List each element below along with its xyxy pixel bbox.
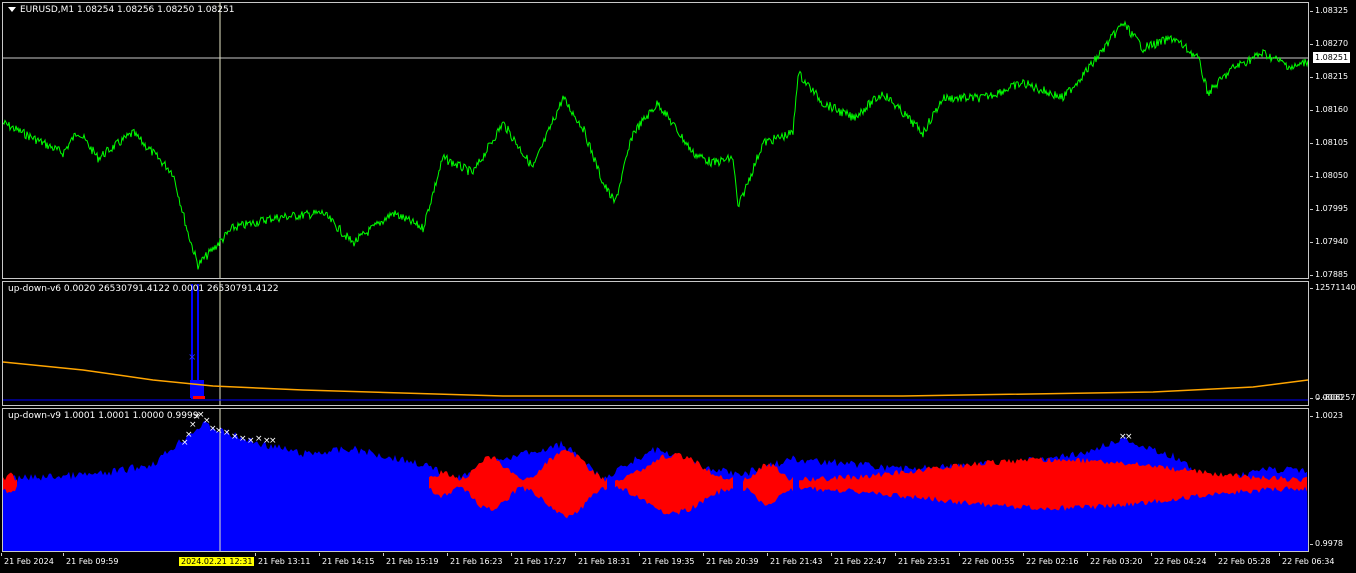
indicator-v9-axis: 1.0023 0.9978 bbox=[1310, 408, 1356, 552]
indicator-v9-x-marker: × bbox=[223, 428, 231, 438]
time-axis-label: 21 Feb 21:43 bbox=[766, 553, 823, 566]
time-axis-label: 21 Feb 09:59 bbox=[62, 553, 119, 566]
indicator-v9-axis-top: 1.0023 bbox=[1310, 411, 1343, 420]
current-price-tag: 1.08251 bbox=[1313, 52, 1351, 63]
price-chart-pane[interactable]: EURUSD,M1 1.08254 1.08256 1.08250 1.0825… bbox=[2, 2, 1309, 279]
indicator-v6-axis: 12571140 0.0000 -806257. bbox=[1310, 281, 1356, 406]
indicator-v6-axis-bottom-2: -806257. bbox=[1317, 393, 1356, 402]
indicator-v9-x-marker: × bbox=[269, 436, 277, 446]
time-axis-label: 22 Feb 06:34 bbox=[1278, 553, 1335, 566]
time-axis-label: 21 Feb 14:15 bbox=[318, 553, 375, 566]
crosshair-time-label: 2024.02.21 12:31 bbox=[179, 557, 255, 566]
indicator-v6-label: up-down-v6 0.0020 26530791.4122 0.0001 2… bbox=[8, 284, 279, 294]
time-axis-label: 21 Feb 16:23 bbox=[446, 553, 503, 566]
price-axis-label: 1.08160 bbox=[1309, 105, 1349, 114]
indicator-v6-axis-top: 12571140 bbox=[1310, 283, 1356, 292]
indicator-v9-x-marker: × bbox=[255, 434, 263, 444]
time-axis-label: 21 Feb 18:31 bbox=[574, 553, 631, 566]
time-axis-label: 21 Feb 20:39 bbox=[702, 553, 759, 566]
price-axis-label: 1.07940 bbox=[1309, 237, 1349, 246]
time-axis-label: 22 Feb 03:20 bbox=[1086, 553, 1143, 566]
indicator-v9-x-marker: × bbox=[239, 434, 247, 444]
indicator-v9-axis-bottom: 0.9978 bbox=[1310, 539, 1343, 548]
time-axis: 2024.02.21 12:31 21 Feb 2024 21 Feb 09:59… bbox=[0, 553, 1356, 573]
symbol-label-text: EURUSD,M1 1.08254 1.08256 1.08250 1.0825… bbox=[20, 5, 235, 15]
indicator-v9-x-marker: × bbox=[215, 426, 223, 436]
time-axis-label: 22 Feb 00:55 bbox=[958, 553, 1015, 566]
price-axis-label: 1.08105 bbox=[1309, 138, 1349, 147]
indicator-v9-label: up-down-v9 1.0001 1.0001 1.0000 0.9999 bbox=[8, 411, 199, 421]
indicator-v9-pane[interactable]: × × × × × × × × × × × × × × × × × up-down-v9 1.0001 1.00… bbox=[2, 408, 1309, 552]
price-axis-label: 1.07995 bbox=[1309, 204, 1349, 213]
price-axis-label: 1.08215 bbox=[1309, 72, 1349, 81]
time-axis-label: 21 Feb 17:27 bbox=[510, 553, 567, 566]
indicator-v9-x-marker: × bbox=[185, 430, 193, 440]
symbol-label: EURUSD,M1 1.08254 1.08256 1.08250 1.0825… bbox=[8, 5, 234, 15]
indicator-v9-x-marker: × bbox=[247, 436, 255, 446]
price-line bbox=[3, 20, 1308, 270]
time-axis-label: 22 Feb 04:24 bbox=[1150, 553, 1207, 566]
indicator-v9-x-marker: × bbox=[1125, 432, 1133, 442]
indicator-v6-red-marker bbox=[193, 396, 205, 399]
time-axis-label: 21 Feb 19:35 bbox=[638, 553, 695, 566]
time-axis-label: 21 Feb 15:19 bbox=[382, 553, 439, 566]
indicator-v9-canvas[interactable]: ×××××××× × × × × × ×× ×× bbox=[3, 409, 1308, 551]
time-axis-label: 21 Feb 22:47 bbox=[830, 553, 887, 566]
indicator-v9-x-marker: × bbox=[231, 432, 239, 442]
indicator-v6-canvas[interactable]: × bbox=[3, 282, 1308, 405]
chevron-down-icon[interactable] bbox=[8, 7, 16, 12]
time-axis-label: 22 Feb 05:28 bbox=[1214, 553, 1271, 566]
price-chart-canvas[interactable] bbox=[3, 3, 1308, 278]
price-axis: 1.08325 1.08270 1.08215 1.08160 1.08105 1.080… bbox=[1309, 2, 1356, 279]
indicator-v6-block bbox=[190, 380, 204, 398]
price-axis-label: 1.07885 bbox=[1309, 270, 1349, 279]
time-axis-label: 21 Feb 2024 bbox=[1, 553, 54, 566]
indicator-v6-pane[interactable]: × up-down-v6 0.0020 26530791.4122 0.0001… bbox=[2, 281, 1309, 406]
time-axis-label: 21 Feb 23:51 bbox=[894, 553, 951, 566]
price-axis-label: 1.08050 bbox=[1309, 171, 1349, 180]
price-axis-label: 1.08270 bbox=[1309, 39, 1349, 48]
time-axis-label: 22 Feb 02:16 bbox=[1022, 553, 1079, 566]
time-axis-label: 21 Feb 13:11 bbox=[254, 553, 311, 566]
price-axis-label: 1.08325 bbox=[1309, 6, 1349, 15]
indicator-v9-markers: ×××××××× × × × × × ×× ×× bbox=[181, 410, 1133, 448]
indicator-v6-x-marker: × bbox=[188, 352, 196, 363]
